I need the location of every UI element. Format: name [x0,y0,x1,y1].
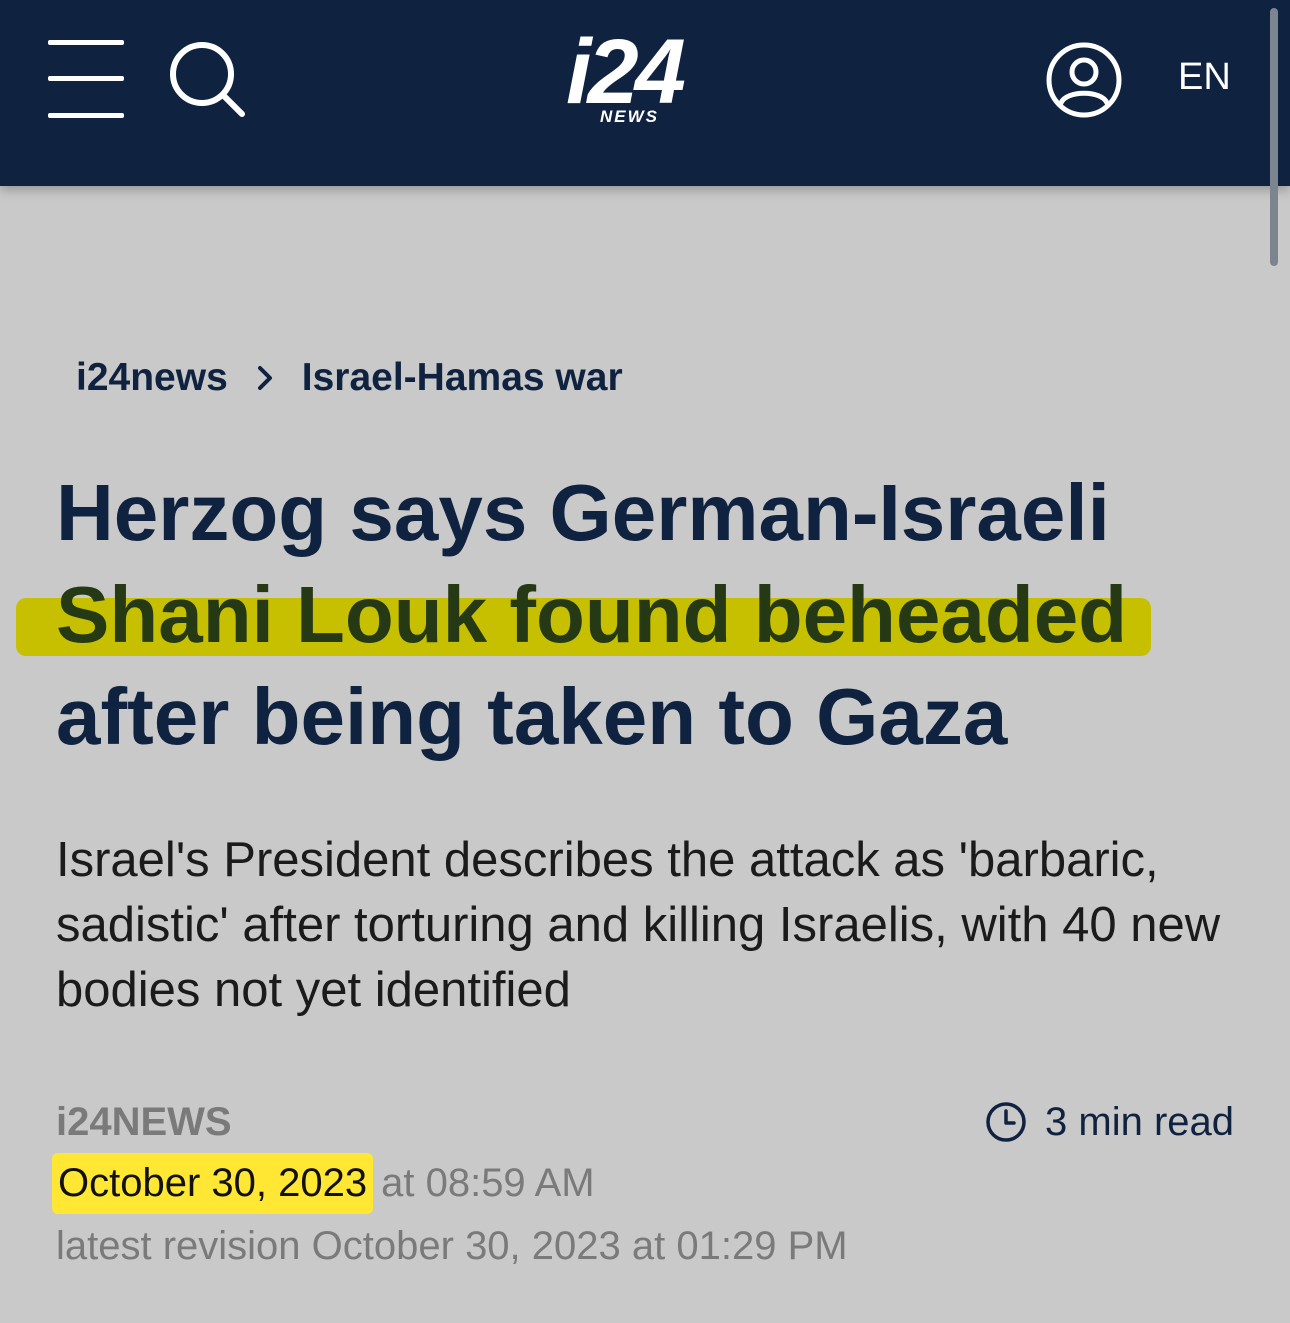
menu-icon-bar [48,40,124,45]
search-icon [170,42,245,117]
page-scrollbar[interactable] [1270,8,1278,266]
headline-highlight-text: Shani Louk found beheaded [56,570,1128,659]
publish-date-highlighted: October 30, 2023 [52,1152,374,1214]
article-summary: Israel's President describes the attack … [56,833,1221,1017]
logo-main-text: i24 [566,21,686,123]
headline-line-2-highlighted: Shani Louk found beheaded [15,564,1266,666]
i24news-logo[interactable]: i24 NEWS [560,26,730,140]
headline-line-3: after being taken to Gaza [56,672,1008,761]
language-selector[interactable]: EN [1178,58,1231,96]
chevron-right-icon [228,356,302,400]
article-headline: Herzog says German-Israeli Shani Louk fo… [15,462,1266,768]
logo-sub-text: NEWS [600,107,659,126]
site-header: i24 NEWS EN [0,0,1290,186]
search-button[interactable] [168,40,248,120]
breadcrumb-home-link[interactable]: i24news [76,356,228,400]
menu-icon-bar [48,76,124,81]
headline-line-1: Herzog says German-Israeli [56,468,1110,557]
revision-date: latest revision October 30, 2023 at 01:2… [56,1224,848,1268]
headline-highlight: Shani Louk found beheaded [15,564,1152,666]
breadcrumb: i24news Israel-Hamas war [76,356,623,400]
publish-date: October 30, 2023 at 08:59 AM [52,1150,595,1216]
publish-time: at 08:59 AM [381,1160,595,1205]
menu-icon-bar [48,113,124,118]
menu-button[interactable] [48,40,124,118]
read-time-label: 3 min read [1045,1099,1234,1144]
article-source[interactable]: i24NEWS [56,1098,232,1146]
breadcrumb-section-link[interactable]: Israel-Hamas war [302,356,623,400]
account-icon [1046,42,1122,118]
account-button[interactable] [1044,40,1124,120]
clock-icon [986,1102,1026,1142]
read-time: 3 min read [985,1098,1234,1146]
